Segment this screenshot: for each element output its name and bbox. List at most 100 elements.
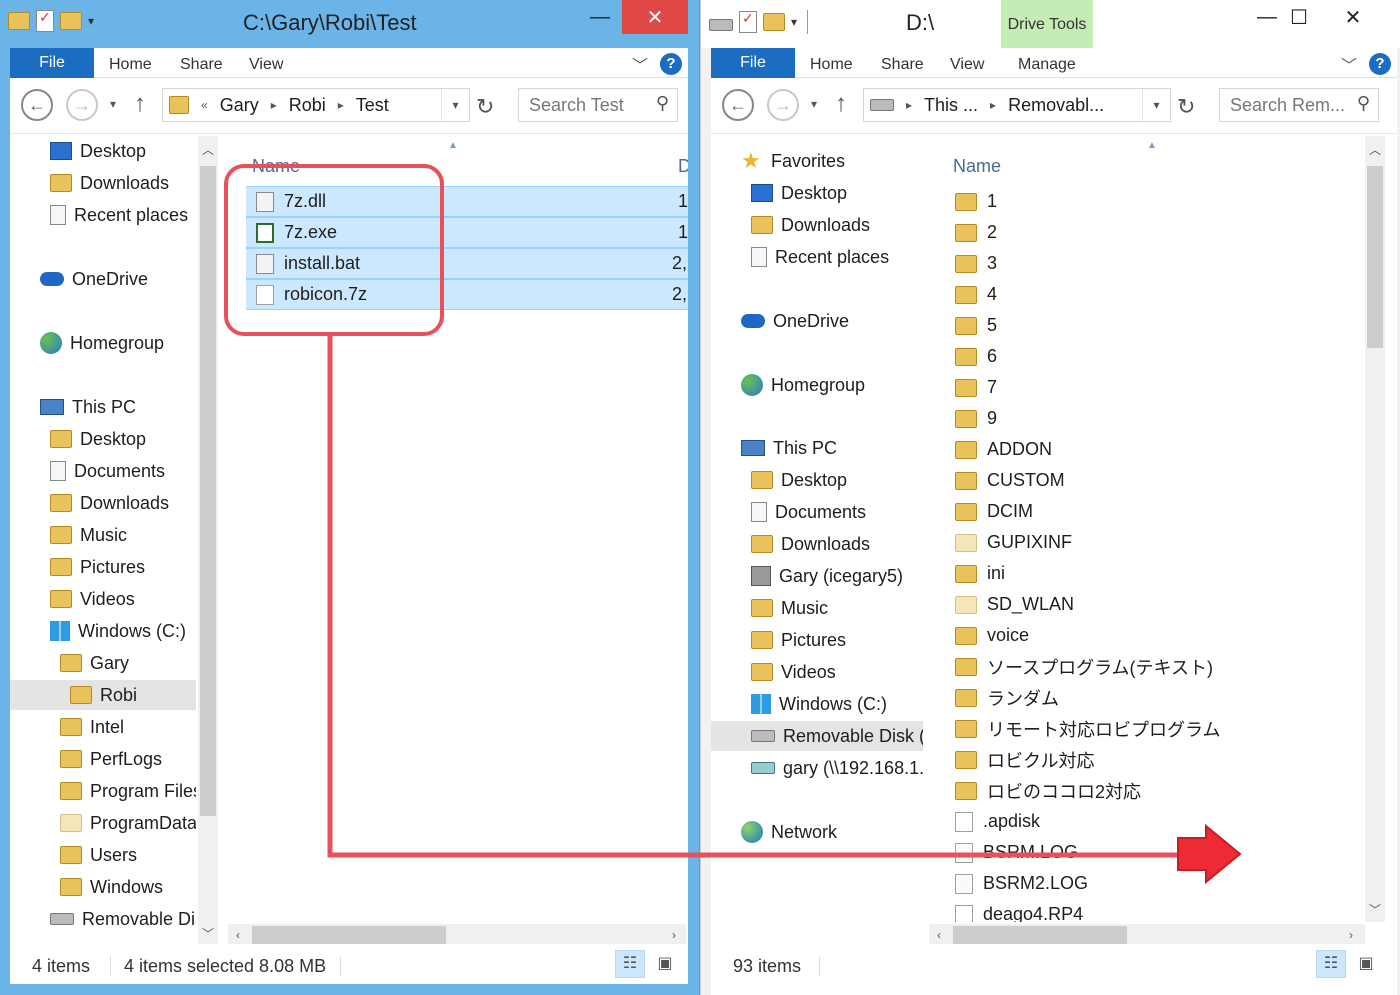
breadcrumb-this-pc[interactable]: This ... [924,95,978,116]
nav-item-onedrive[interactable]: OneDrive [40,264,148,294]
folder-icon[interactable] [8,12,30,30]
nav-item-removable-disk[interactable]: Removable Dis [50,904,196,934]
forward-button[interactable]: → [66,89,98,121]
breadcrumb-gary[interactable]: Gary [220,95,259,116]
scroll-left-icon[interactable]: ‹ [929,924,949,946]
scroll-thumb[interactable] [200,166,216,816]
list-item[interactable]: 1 [955,186,997,217]
list-item[interactable]: 4 [955,279,997,310]
nav-item-videos[interactable]: Videos [50,584,135,614]
tab-view[interactable]: View [950,48,984,78]
help-icon[interactable]: ? [1369,53,1391,75]
search-icon[interactable]: ⚲ [656,93,669,114]
list-item[interactable]: リモート対応ロビプログラム [955,713,1220,744]
new-folder-icon[interactable] [60,12,82,30]
nav-item-network[interactable]: Network [741,817,837,847]
tab-view[interactable]: View [249,48,283,78]
address-bar[interactable]: ▸ This ... ▸ Removabl... ▾ [863,88,1171,122]
customize-toolbar-dropdown[interactable]: ▾ [791,15,797,29]
nav-item-music[interactable]: Music [50,520,127,550]
search-icon[interactable]: ⚲ [1357,93,1370,114]
nav-item-removable-disk[interactable]: Removable Disk (I [711,721,923,751]
nav-item-favorites[interactable]: ★ Favorites [741,146,845,176]
nav-item-downloads[interactable]: Downloads [50,168,169,198]
back-button[interactable]: ← [722,89,754,121]
scroll-thumb[interactable] [252,926,446,944]
list-item[interactable]: 2 [955,217,997,248]
file-row[interactable]: install.bat 2, [246,248,688,279]
nav-item-documents[interactable]: Documents [751,497,866,527]
nav-pane-scrollbar[interactable]: ︿ ﹀ [198,136,218,944]
details-view-icon[interactable]: ☷ [1316,950,1346,978]
list-item[interactable]: GUPIXINF [955,527,1072,558]
nav-item-pictures[interactable]: Pictures [751,625,846,655]
forward-button[interactable]: → [767,89,799,121]
list-item[interactable]: deago4.RP4 [955,899,1083,922]
nav-item-this-pc[interactable]: This PC [741,433,837,463]
nav-item-homegroup[interactable]: Homegroup [741,370,865,400]
scroll-thumb[interactable] [953,926,1127,944]
context-tab-drive-tools[interactable]: Drive Tools [1001,0,1093,48]
list-item[interactable]: ini [955,558,1005,589]
scroll-down-icon[interactable]: ﹀ [198,924,218,944]
large-icons-view-icon[interactable]: ▣ [1351,950,1381,978]
address-history-dropdown[interactable]: ▾ [441,89,469,121]
scroll-up-icon[interactable]: ︿ [1365,140,1385,160]
recent-locations-dropdown[interactable]: ▾ [811,97,817,111]
breadcrumb-removable[interactable]: Removabl... [1008,95,1104,116]
up-arrow-icon[interactable]: ↑ [835,90,847,118]
maximize-button[interactable] [580,0,620,34]
recent-locations-dropdown[interactable]: ▾ [110,97,116,111]
scroll-down-icon[interactable]: ﹀ [1365,900,1385,920]
nav-item-downloads[interactable]: Downloads [751,529,870,559]
breadcrumb-overflow[interactable]: « [201,98,208,112]
nav-item-windows-c[interactable]: Windows (C:) [50,616,186,646]
details-view-icon[interactable]: ☷ [615,950,645,978]
list-item[interactable]: ランダム [955,682,1059,713]
scroll-thumb[interactable] [1367,166,1383,348]
nav-item-desktop[interactable]: Desktop [50,136,146,166]
help-icon[interactable]: ? [660,53,682,75]
nav-item-programdata[interactable]: ProgramData [60,808,196,838]
maximize-button[interactable]: ☐ [1279,0,1319,34]
list-item[interactable]: .apdisk [955,806,1040,837]
nav-item-recent-places[interactable]: Recent places [751,242,889,272]
list-item[interactable]: 7 [955,372,997,403]
breadcrumb-separator-icon[interactable]: ▸ [271,98,277,112]
breadcrumb-robi[interactable]: Robi [289,95,326,116]
nav-item-robi[interactable]: Robi [10,680,196,710]
list-item[interactable]: voice [955,620,1029,651]
scroll-up-icon[interactable]: ︿ [198,140,218,160]
large-icons-view-icon[interactable]: ▣ [650,950,680,978]
address-bar[interactable]: « Gary ▸ Robi ▸ Test ▾ [162,88,470,122]
file-list-horizontal-scrollbar[interactable]: ‹ › [929,924,1365,946]
nav-item-windows[interactable]: Windows [60,872,163,902]
column-name-header[interactable]: Name [252,156,300,177]
back-button[interactable]: ← [21,89,53,121]
nav-item-desktop[interactable]: Desktop [751,178,847,208]
list-item[interactable]: ソースプログラム(テキスト) [955,651,1213,682]
breadcrumb-separator-icon[interactable]: ▸ [338,98,344,112]
nav-item-documents[interactable]: Documents [50,456,165,486]
nav-item-pictures[interactable]: Pictures [50,552,145,582]
search-input[interactable]: Search Test ⚲ [518,88,678,122]
close-button[interactable]: ✕ [622,0,688,34]
address-history-dropdown[interactable]: ▾ [1142,89,1170,121]
scroll-right-icon[interactable]: › [1341,924,1361,946]
file-row[interactable]: robicon.7z 2, [246,279,688,310]
nav-item-intel[interactable]: Intel [60,712,124,742]
column-date-header[interactable]: D [678,156,688,177]
title-bar[interactable]: ▾ Drive Tools D:\ — ☐ ✕ [701,0,1400,48]
list-item[interactable]: SD_WLAN [955,589,1074,620]
nav-item-perflogs[interactable]: PerfLogs [60,744,162,774]
nav-item-desktop[interactable]: Desktop [50,424,146,454]
nav-item-program-files[interactable]: Program Files [60,776,196,806]
nav-item-gary-icegary5[interactable]: Gary (icegary5) [751,561,903,591]
nav-item-music[interactable]: Music [751,593,828,623]
list-item[interactable]: DCIM [955,496,1033,527]
refresh-icon[interactable]: ↻ [1177,94,1195,120]
file-row[interactable]: 7z.exe 1 [246,217,688,248]
scroll-left-icon[interactable]: ‹ [228,924,248,946]
drive-icon[interactable] [709,19,733,31]
breadcrumb-separator-icon[interactable]: ▸ [906,98,912,112]
